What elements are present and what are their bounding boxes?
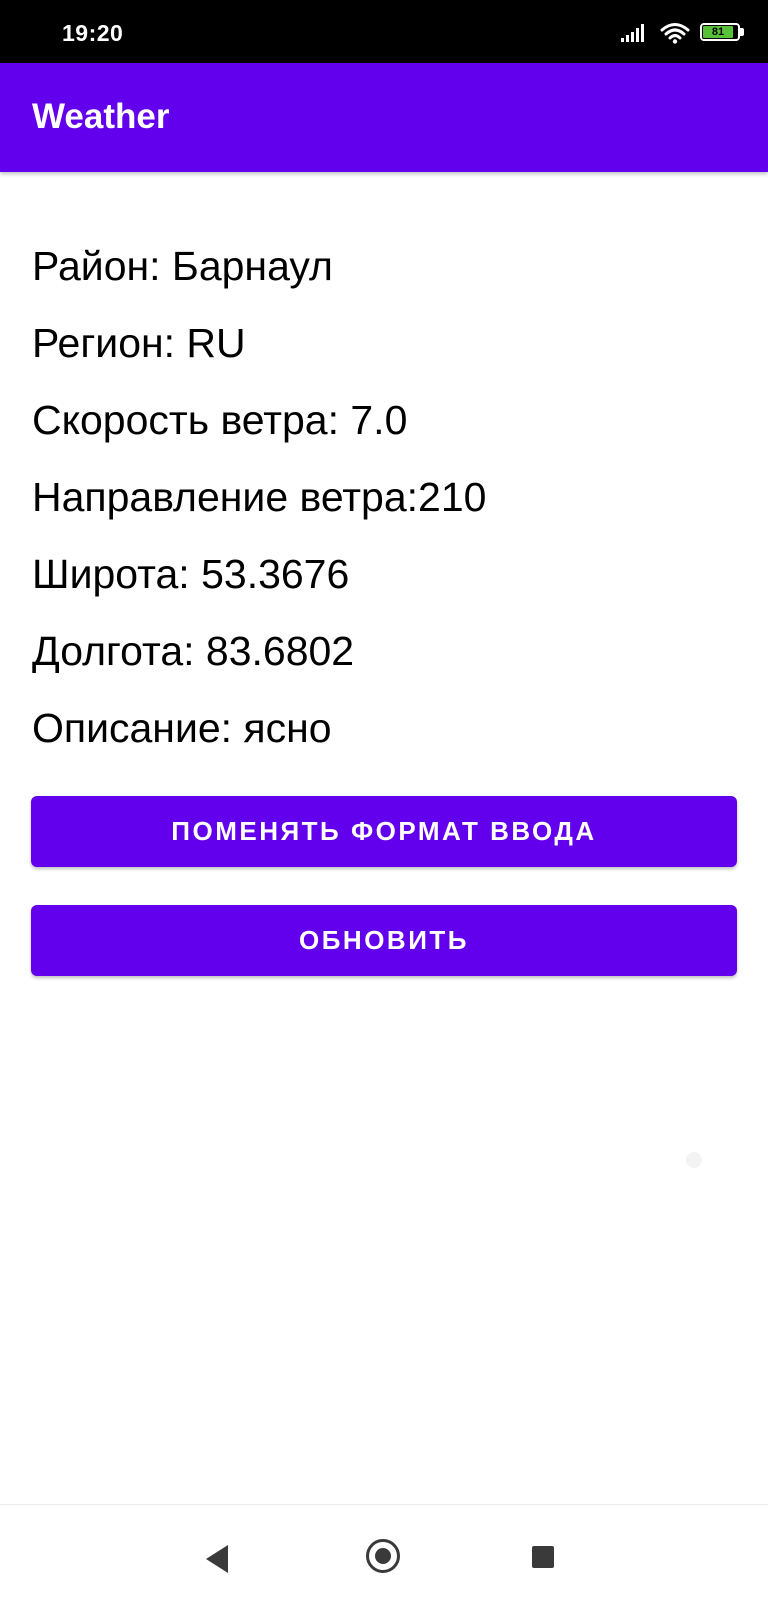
wind-speed-label: Скорость ветра: 7.0	[32, 397, 408, 443]
district-label: Район: Барнаул	[32, 243, 333, 289]
signal-icon	[621, 24, 644, 42]
description-label: Описание: ясно	[32, 705, 332, 751]
wifi-icon	[660, 23, 690, 44]
refresh-button[interactable]: ОБНОВИТЬ	[31, 905, 737, 976]
recents-icon[interactable]	[532, 1546, 554, 1568]
home-icon[interactable]	[366, 1539, 400, 1573]
battery-icon: 81	[700, 23, 746, 43]
app-bar: Weather	[0, 63, 768, 172]
app-title: Weather	[32, 97, 170, 136]
longitude-label: Долгота: 83.6802	[32, 628, 355, 674]
status-bar: 19:20 81	[0, 0, 768, 63]
floating-dot	[686, 1152, 702, 1168]
battery-level: 81	[711, 26, 725, 38]
wind-direction-label: Направление ветра:210	[32, 474, 487, 520]
latitude-label: Широта: 53.3676	[32, 551, 350, 597]
status-icons: 81	[620, 22, 746, 44]
region-label: Регион: RU	[32, 320, 246, 366]
status-time: 19:20	[62, 20, 124, 46]
change-format-button[interactable]: ПОМЕНЯТЬ ФОРМАТ ВВОДА	[31, 796, 737, 867]
back-icon[interactable]	[206, 1545, 228, 1573]
navigation-bar	[0, 1504, 768, 1601]
